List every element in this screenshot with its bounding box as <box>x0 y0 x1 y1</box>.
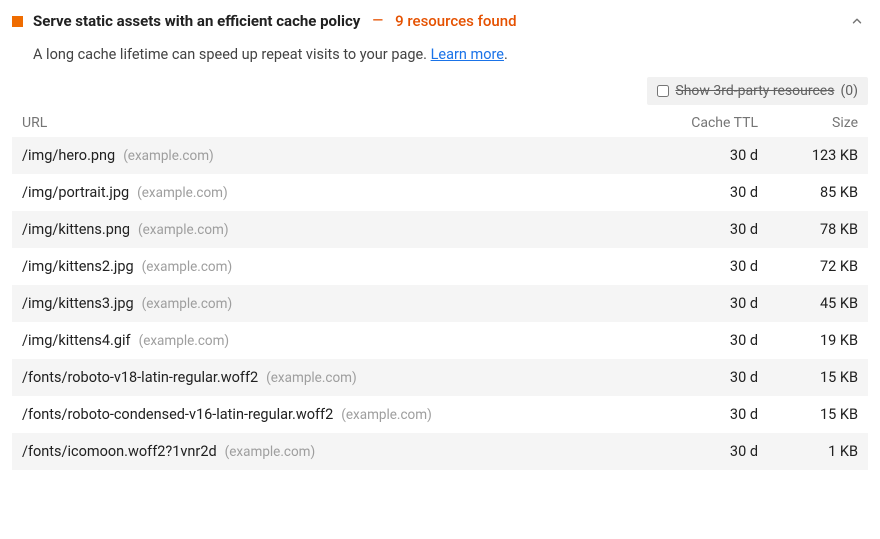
table-body: /img/hero.png(example.com)30 d123 KB/img… <box>12 137 868 470</box>
col-header-size: Size <box>758 115 858 131</box>
url-path: /img/kittens.png <box>22 221 130 238</box>
cell-size: 78 KB <box>758 221 858 238</box>
url-domain: (example.com) <box>142 259 233 275</box>
cell-size: 15 KB <box>758 406 858 423</box>
cell-ttl: 30 d <box>648 221 758 238</box>
chevron-up-icon[interactable] <box>846 10 868 32</box>
table-row: /img/kittens3.jpg (example.com) 30 d45 KB <box>12 285 868 322</box>
cell-size: 45 KB <box>758 295 858 312</box>
url-path: /img/hero.png <box>22 147 115 164</box>
cell-size: 1 KB <box>758 443 858 460</box>
table-row: /img/kittens4.gif (example.com) 30 d19 KB <box>12 322 868 359</box>
url-domain: (example.com) <box>341 407 432 423</box>
third-party-count: (0) <box>840 83 858 99</box>
url-path: /fonts/roboto-v18-latin-regular.woff2 <box>22 369 258 386</box>
audit-summary: 9 resources found <box>395 12 516 30</box>
url-path: /fonts/roboto-condensed-v16-latin-regula… <box>22 406 333 423</box>
cell-size: 85 KB <box>758 184 858 201</box>
cell-url: /img/kittens2.jpg (example.com) <box>22 258 648 275</box>
third-party-toggle[interactable]: Show 3rd-party resources (0) <box>647 77 868 105</box>
cell-url: /fonts/roboto-v18-latin-regular.woff2 (ex… <box>22 369 648 386</box>
table-row: /img/portrait.jpg (example.com) 30 d85 KB <box>12 174 868 211</box>
url-path: /img/portrait.jpg <box>22 184 129 201</box>
url-domain: (example.com) <box>123 148 214 164</box>
url-domain: (example.com) <box>137 185 228 201</box>
cell-url: /img/hero.png (example.com) <box>22 147 648 164</box>
url-domain: (example.com) <box>138 222 229 238</box>
cell-ttl: 30 d <box>648 332 758 349</box>
cell-size: 19 KB <box>758 332 858 349</box>
dash-separator: — <box>372 13 383 29</box>
url-path: /img/kittens3.jpg <box>22 295 134 312</box>
cell-ttl: 30 d <box>648 295 758 312</box>
table-row: /img/kittens.png (example.com) 30 d78 KB <box>12 211 868 248</box>
third-party-label: Show 3rd-party resources <box>675 83 834 99</box>
url-path: /img/kittens2.jpg <box>22 258 134 275</box>
cell-url: /img/kittens4.gif (example.com) <box>22 332 648 349</box>
cell-ttl: 30 d <box>648 443 758 460</box>
toggle-row: Show 3rd-party resources (0) <box>12 77 868 105</box>
cell-url: /fonts/icomoon.woff2?1vnr2d (example.com) <box>22 443 648 460</box>
cell-url: /img/portrait.jpg (example.com) <box>22 184 648 201</box>
cell-url: /fonts/roboto-condensed-v16-latin-regula… <box>22 406 648 423</box>
url-domain: (example.com) <box>139 333 230 349</box>
resources-table: URL Cache TTL Size /img/hero.png (example… <box>12 109 868 470</box>
cell-ttl: 30 d <box>648 184 758 201</box>
cell-size: 123 KB <box>758 147 858 164</box>
cell-ttl: 30 d <box>648 406 758 423</box>
table-row: /fonts/roboto-condensed-v16-latin-regula… <box>12 396 868 433</box>
url-domain: (example.com) <box>225 444 316 460</box>
cell-size: 15 KB <box>758 369 858 386</box>
cell-url: /img/kittens3.jpg (example.com) <box>22 295 648 312</box>
audit-description: A long cache lifetime can speed up repea… <box>33 46 868 63</box>
table-row: /fonts/icomoon.woff2?1vnr2d (example.com)… <box>12 433 868 470</box>
col-header-ttl: Cache TTL <box>648 115 758 131</box>
url-domain: (example.com) <box>142 296 233 312</box>
cell-ttl: 30 d <box>648 369 758 386</box>
cell-url: /img/kittens.png (example.com) <box>22 221 648 238</box>
table-header: URL Cache TTL Size <box>12 109 868 137</box>
table-row: /img/kittens2.jpg (example.com) 30 d72 KB <box>12 248 868 285</box>
url-path: /fonts/icomoon.woff2?1vnr2d <box>22 443 217 460</box>
cell-ttl: 30 d <box>648 258 758 275</box>
status-warning-icon <box>12 16 23 27</box>
audit-title: Serve static assets with an efficient ca… <box>33 12 360 30</box>
cell-ttl: 30 d <box>648 147 758 164</box>
col-header-url: URL <box>22 115 648 131</box>
table-row: /fonts/roboto-v18-latin-regular.woff2 (ex… <box>12 359 868 396</box>
audit-header[interactable]: Serve static assets with an efficient ca… <box>12 10 868 32</box>
table-row: /img/hero.png (example.com) 30 d123 KB <box>12 137 868 174</box>
description-text-pre: A long cache lifetime can speed up repea… <box>33 46 431 63</box>
url-domain: (example.com) <box>266 370 357 386</box>
cell-size: 72 KB <box>758 258 858 275</box>
third-party-checkbox[interactable] <box>657 85 669 97</box>
learn-more-link[interactable]: Learn more <box>431 46 504 63</box>
url-path: /img/kittens4.gif <box>22 332 131 349</box>
description-text-post: . <box>504 46 508 63</box>
audit-panel: Serve static assets with an efficient ca… <box>0 0 880 478</box>
